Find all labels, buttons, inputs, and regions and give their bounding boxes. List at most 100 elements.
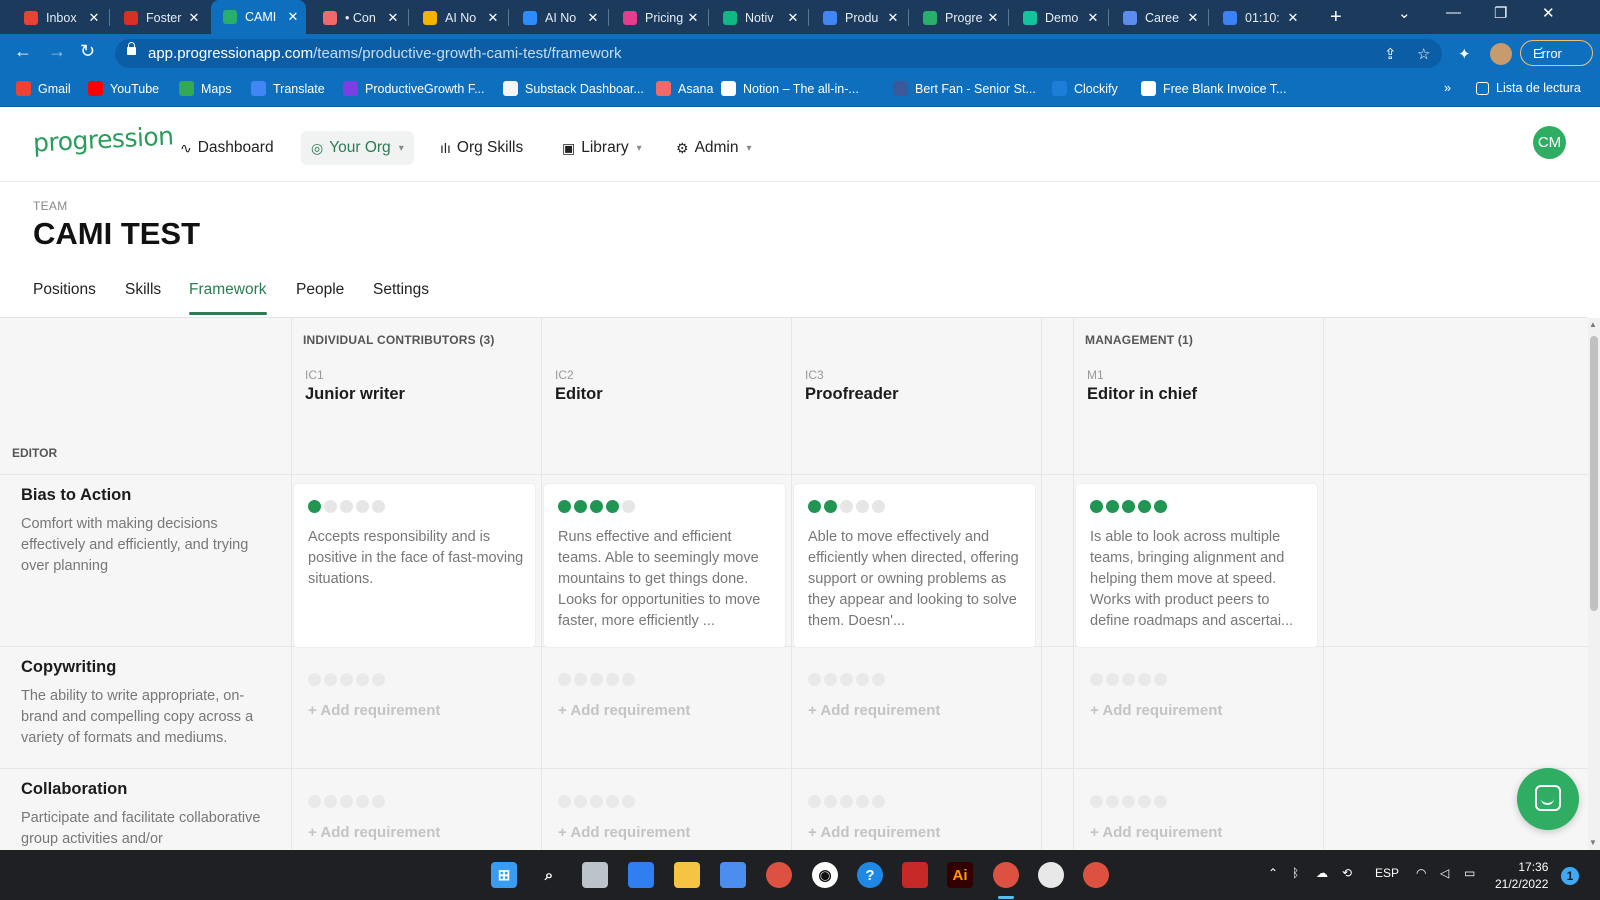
battery-icon[interactable]: ▭ (1464, 866, 1475, 880)
nav-library[interactable]: ▣ Library ▾ (552, 131, 652, 165)
add-requirement-button[interactable]: + Add requirement (808, 702, 940, 719)
bookmark-item[interactable]: Substack Dashboar... (503, 81, 644, 96)
requirement-card[interactable]: Runs effective and efficient teams. Able… (544, 484, 785, 647)
store-icon[interactable] (720, 862, 746, 888)
browser-tab[interactable]: 01:10: ✕ (1211, 5, 1306, 31)
add-requirement-button[interactable]: + Add requirement (1090, 702, 1222, 719)
illustrator-icon[interactable]: Ai (947, 862, 973, 888)
tab-people[interactable]: People (296, 281, 344, 299)
close-tab-icon[interactable]: ✕ (286, 9, 300, 25)
extensions-icon[interactable]: ✦ (1458, 45, 1471, 63)
requirement-card[interactable]: Is able to look across multiple teams, b… (1076, 484, 1317, 647)
bookmark-item[interactable]: Translate (251, 81, 325, 96)
requirement-card[interactable]: Able to move effectively and efficiently… (794, 484, 1035, 647)
bookmark-item[interactable]: Asana (656, 81, 713, 96)
close-tab-icon[interactable]: ✕ (986, 10, 1000, 26)
close-tab-icon[interactable]: ✕ (1286, 10, 1300, 26)
browser-tab[interactable]: Progre ✕ (911, 5, 1006, 31)
bookmarks-overflow-button[interactable]: » (1444, 81, 1451, 95)
lock-icon[interactable] (127, 42, 136, 55)
minimize-icon[interactable]: — (1446, 4, 1461, 21)
close-tab-icon[interactable]: ✕ (686, 10, 700, 26)
error-button[interactable]: Error ⋮ (1520, 40, 1593, 66)
slack-icon[interactable] (1038, 862, 1064, 888)
scroll-down-icon[interactable]: ▼ (1589, 838, 1597, 847)
close-tab-icon[interactable]: ✕ (187, 10, 201, 26)
add-requirement-button[interactable]: + Add requirement (558, 824, 690, 841)
browser-tab[interactable]: AI No ✕ (411, 5, 506, 31)
back-icon[interactable]: ← (14, 41, 32, 62)
close-tab-icon[interactable]: ✕ (586, 10, 600, 26)
nav-admin[interactable]: ⚙ Admin ▾ (666, 131, 762, 165)
bookmark-star-icon[interactable]: ☆ (1417, 45, 1430, 63)
scroll-up-icon[interactable]: ▲ (1589, 320, 1597, 329)
add-requirement-button[interactable]: + Add requirement (308, 702, 440, 719)
tab-skills[interactable]: Skills (125, 281, 161, 299)
onedrive-icon[interactable]: ☁ (1316, 866, 1328, 880)
add-requirement-button[interactable]: + Add requirement (308, 824, 440, 841)
close-tab-icon[interactable]: ✕ (886, 10, 900, 26)
volume-icon[interactable]: ◁ (1440, 866, 1449, 880)
wifi-icon[interactable]: ◠ (1416, 866, 1426, 880)
chrome-profile-icon[interactable] (1083, 862, 1109, 888)
taskbar-clock[interactable]: 17:36 21/2/2022 (1495, 859, 1548, 893)
browser-tab[interactable]: • Con ✕ (311, 5, 406, 31)
add-requirement-button[interactable]: + Add requirement (558, 702, 690, 719)
task-view-icon[interactable] (582, 862, 608, 888)
browser-tab[interactable]: Produ ✕ (811, 5, 906, 31)
windows-start-icon[interactable]: ⊞ (491, 862, 517, 888)
close-tab-icon[interactable]: ✕ (87, 10, 101, 26)
new-tab-button[interactable]: + (1330, 5, 1342, 29)
user-avatar[interactable]: CM (1533, 126, 1566, 159)
url-text[interactable]: app.progressionapp.com/teams/productive-… (148, 45, 622, 62)
add-requirement-button[interactable]: + Add requirement (808, 824, 940, 841)
chrome-icon[interactable] (993, 862, 1019, 888)
nav-org-skills[interactable]: ılı Org Skills (430, 131, 533, 165)
bookmark-item[interactable]: Free Blank Invoice T... (1141, 81, 1286, 96)
close-tab-icon[interactable]: ✕ (1086, 10, 1100, 26)
bookmark-item[interactable]: Bert Fan - Senior St... (893, 81, 1036, 96)
browser-tab[interactable]: Inbox ✕ (12, 5, 107, 31)
help-icon[interactable]: ? (857, 862, 883, 888)
search-icon[interactable]: ⌕ (536, 862, 562, 888)
scrollbar-thumb[interactable] (1590, 336, 1598, 611)
browser-tab[interactable]: Foster ✕ (112, 5, 207, 31)
reload-icon[interactable]: ↻ (80, 41, 95, 62)
browser-tab[interactable]: Notiv ✕ (711, 5, 806, 31)
bookmark-item[interactable]: Maps (179, 81, 232, 96)
tab-positions[interactable]: Positions (33, 281, 96, 299)
add-requirement-button[interactable]: + Add requirement (1090, 824, 1222, 841)
browser-tab[interactable]: Pricing ✕ (611, 5, 706, 31)
skill-name[interactable]: Collaboration (21, 780, 127, 799)
position-title[interactable]: Editor (555, 385, 603, 404)
tab-settings[interactable]: Settings (373, 281, 429, 299)
share-icon[interactable]: ⇪ (1384, 45, 1397, 63)
forward-icon[interactable]: → (48, 41, 66, 62)
position-title[interactable]: Junior writer (305, 385, 405, 404)
browser-tab[interactable]: Caree ✕ (1111, 5, 1206, 31)
file-explorer-icon[interactable] (674, 862, 700, 888)
mcafee-icon[interactable] (902, 862, 928, 888)
bookmark-item[interactable]: YouTube (88, 81, 159, 96)
browser-tab[interactable]: Demo ✕ (1011, 5, 1106, 31)
bookmark-item[interactable]: Notion – The all-in-... (721, 81, 859, 96)
widgets-icon[interactable] (628, 862, 654, 888)
restore-icon[interactable]: ❐ (1494, 4, 1507, 22)
bluetooth-icon[interactable]: ᛒ (1292, 866, 1299, 880)
reading-list-button[interactable]: Lista de lectura (1476, 81, 1581, 95)
notification-badge[interactable]: 1 (1561, 867, 1579, 885)
close-tab-icon[interactable]: ✕ (786, 10, 800, 26)
close-tab-icon[interactable]: ✕ (1186, 10, 1200, 26)
browser-tab[interactable]: AI No ✕ (511, 5, 606, 31)
skill-name[interactable]: Bias to Action (21, 486, 131, 505)
progression-logo[interactable]: progression (32, 121, 174, 157)
tab-search-icon[interactable]: ⌄ (1398, 4, 1411, 22)
bookmark-item[interactable]: Clockify (1052, 81, 1118, 96)
profile-avatar[interactable] (1490, 43, 1512, 65)
tray-overflow-icon[interactable]: ⌃ (1268, 866, 1278, 880)
tab-framework[interactable]: Framework (189, 281, 267, 299)
close-tab-icon[interactable]: ✕ (386, 10, 400, 26)
github-icon[interactable]: ◉ (812, 862, 838, 888)
chrome-profile-icon[interactable] (766, 862, 792, 888)
nav-your-org[interactable]: ◎ Your Org ▾ (301, 131, 414, 165)
